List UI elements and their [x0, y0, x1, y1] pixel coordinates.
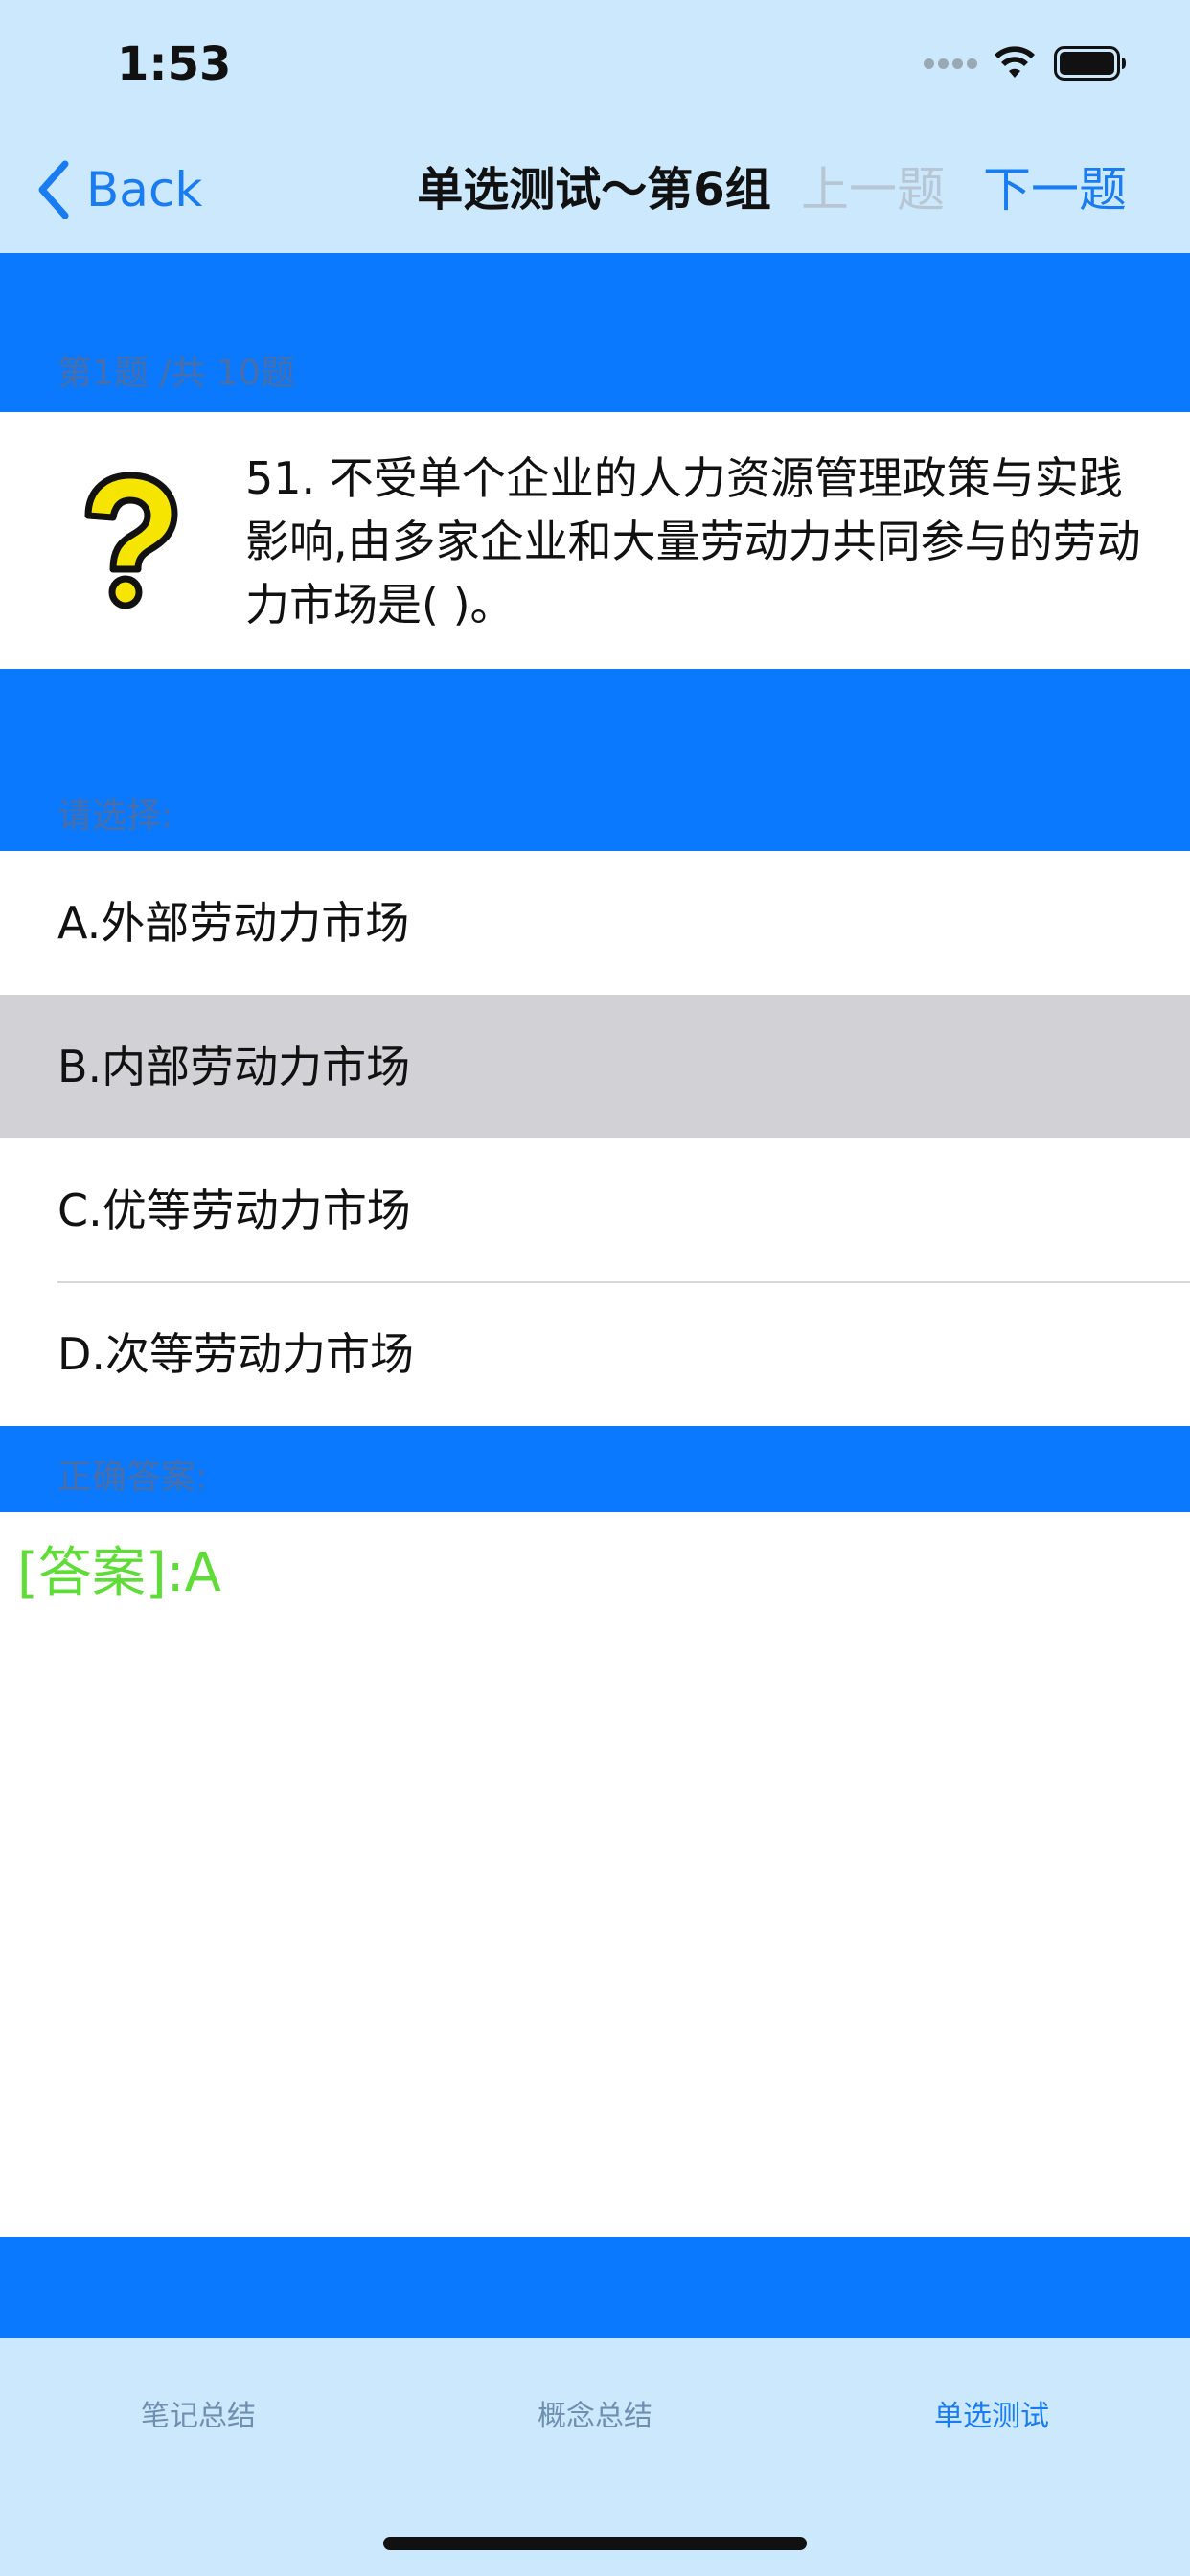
- back-label: Back: [86, 162, 203, 218]
- answer-heading: 正确答案:: [57, 1458, 208, 1497]
- tab-notes-summary[interactable]: 笔记总结: [0, 2396, 397, 2438]
- battery-icon: [1054, 46, 1126, 80]
- navigation-bar: 1:53 Back 单选测试～第6组 上一题 下一题: [0, 0, 1190, 253]
- question-mark-icon: [84, 472, 178, 610]
- chevron-left-icon: [38, 160, 69, 219]
- wifi-icon: [995, 46, 1035, 78]
- home-indicator: [383, 2537, 807, 2550]
- page-title: 单选测试～第6组: [417, 163, 771, 217]
- option-label: B.内部劳动力市场: [57, 1041, 411, 1092]
- option-label: D.次等劳动力市场: [57, 1328, 415, 1380]
- question-text: 51. 不受单个企业的人力资源管理政策与实践影响,由多家企业和大量劳动力共同参与…: [245, 452, 1141, 631]
- option-c[interactable]: C.优等劳动力市场: [0, 1138, 1190, 1282]
- next-question-button[interactable]: 下一题: [983, 151, 1127, 228]
- choice-prompt-band: 请选择:: [0, 669, 1190, 851]
- choice-prompt: 请选择:: [57, 796, 173, 836]
- tab-concept-summary[interactable]: 概念总结: [397, 2396, 793, 2438]
- option-b[interactable]: B.内部劳动力市场: [0, 995, 1190, 1138]
- cellular-signal-icon: [920, 58, 977, 69]
- bottom-band: [0, 2237, 1190, 2338]
- question-progress-band: 第1题 /共 10题: [0, 253, 1190, 412]
- question-card: 51. 不受单个企业的人力资源管理政策与实践影响,由多家企业和大量劳动力共同参与…: [0, 412, 1190, 669]
- answer-heading-band: 正确答案:: [0, 1426, 1190, 1512]
- option-a[interactable]: A.外部劳动力市场: [0, 851, 1190, 995]
- tab-single-choice-test[interactable]: 单选测试: [793, 2396, 1190, 2438]
- back-button[interactable]: Back: [34, 151, 202, 228]
- status-icons: [920, 42, 1127, 84]
- option-d[interactable]: D.次等劳动力市场: [0, 1283, 1190, 1426]
- answer-text: [答案]:A: [17, 1542, 221, 1604]
- option-label: A.外部劳动力市场: [57, 897, 410, 949]
- status-time: 1:53: [117, 37, 232, 91]
- previous-question-button[interactable]: 上一题: [801, 151, 945, 228]
- option-label: C.优等劳动力市场: [57, 1184, 411, 1236]
- question-progress: 第1题 /共 10题: [57, 354, 295, 393]
